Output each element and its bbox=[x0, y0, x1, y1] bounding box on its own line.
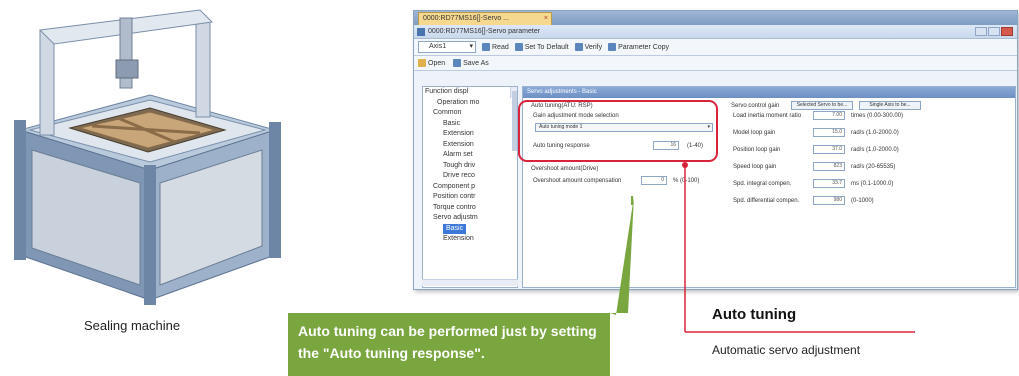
tree-item[interactable]: Component p bbox=[423, 182, 517, 193]
tree-item[interactable]: Alarm set bbox=[423, 150, 517, 161]
open-label: Open bbox=[428, 59, 446, 67]
tab-title: 0000:RD77MS16[]-Servo ... bbox=[423, 15, 509, 22]
gain-row-label: Position loop gain bbox=[733, 147, 781, 153]
verify-icon bbox=[574, 43, 583, 51]
gain-row-label: Speed loop gain bbox=[733, 164, 777, 170]
green-callout: Auto tuning can be performed just by set… bbox=[288, 313, 610, 376]
gain-row-unit: (0-1000) bbox=[851, 198, 874, 204]
window-title: 0000:RD77MS16[]-Servo parameter bbox=[428, 28, 541, 35]
close-tab-icon[interactable]: × bbox=[544, 13, 548, 25]
gain-row-input[interactable]: 823 bbox=[813, 162, 845, 171]
tree-item[interactable]: Operation mo bbox=[423, 98, 517, 109]
toolbar-main: Axis1 Read Set To Default Verify Paramet… bbox=[414, 39, 1017, 56]
overshoot-group-label: Overshoot amount(Drive) bbox=[531, 166, 599, 172]
machine-caption: Sealing machine bbox=[84, 318, 181, 333]
auto-tuning-title: Auto tuning bbox=[712, 306, 797, 323]
servo-parameter-window: 0000:RD77MS16[]-Servo ... × 0000:RD77MS1… bbox=[413, 10, 1018, 290]
default-icon bbox=[514, 43, 523, 51]
set-default-button[interactable]: Set To Default bbox=[514, 43, 569, 51]
gain-row-label: Load inertia moment ratio bbox=[733, 113, 802, 119]
gain-row-label: Model loop gain bbox=[733, 130, 776, 136]
overshoot-unit: % (0-100) bbox=[673, 178, 700, 184]
auto-tuning-subtitle: Automatic servo adjustment bbox=[712, 343, 861, 357]
tree-item[interactable]: Extension bbox=[423, 129, 517, 140]
save-icon bbox=[453, 59, 462, 67]
gain-row-input[interactable]: 15.0 bbox=[813, 128, 845, 137]
tree-scrollbar[interactable] bbox=[510, 87, 517, 151]
gain-group-label: Servo control gain bbox=[731, 103, 780, 109]
tree-item[interactable]: Extension bbox=[423, 234, 517, 245]
gain-row-unit: rad/s (20-65535) bbox=[851, 164, 896, 170]
selected-servo-button[interactable]: Selected Servo to be... bbox=[791, 101, 853, 110]
gain-row-unit: rad/s (1.0-2000.0) bbox=[851, 147, 899, 153]
auto-tuning-highlight-frame bbox=[518, 100, 718, 162]
gain-row-unit: times (0.00-300.00) bbox=[851, 113, 904, 119]
save-as-button[interactable]: Save As bbox=[453, 59, 489, 67]
gain-row-label: Spd. differential compen. bbox=[733, 198, 800, 204]
tree-item[interactable]: Common bbox=[423, 108, 517, 119]
parameter-copy-label: Parameter Copy bbox=[618, 43, 670, 51]
gain-row-input[interactable]: 33.7 bbox=[813, 179, 845, 188]
overshoot-comp-label: Overshoot amount compensation bbox=[533, 178, 622, 184]
copy-icon bbox=[608, 43, 617, 51]
parameter-copy-button[interactable]: Parameter Copy bbox=[608, 43, 669, 51]
tree-item[interactable]: Servo adjustm bbox=[423, 213, 517, 224]
document-tab-bar: 0000:RD77MS16[]-Servo ... × bbox=[414, 11, 1017, 25]
tree-horizontal-scrollbar[interactable] bbox=[422, 279, 518, 286]
save-as-label: Save As bbox=[463, 59, 489, 67]
tree-item[interactable]: Drive reco bbox=[423, 171, 517, 182]
read-label: Read bbox=[492, 43, 509, 51]
panel-header: Servo adjustments - Basic bbox=[523, 87, 1015, 98]
window-buttons bbox=[975, 27, 1013, 36]
document-tab[interactable]: 0000:RD77MS16[]-Servo ... × bbox=[418, 12, 552, 25]
overshoot-input[interactable]: 0 bbox=[641, 176, 667, 185]
tree-item[interactable]: Position contr bbox=[423, 192, 517, 203]
gain-row-input[interactable]: 980 bbox=[813, 196, 845, 205]
tree-item-selected[interactable]: Basic bbox=[443, 223, 467, 234]
window-titlebar: 0000:RD77MS16[]-Servo parameter bbox=[414, 25, 1017, 39]
maximize-button[interactable] bbox=[988, 27, 1000, 36]
gain-row-unit: rad/s (1.0-2000.0) bbox=[851, 130, 899, 136]
gain-row-label: Spd. integral compen. bbox=[733, 181, 792, 187]
parameter-tree[interactable]: Function displ Operation mo Common Basic… bbox=[422, 86, 518, 288]
tree-scroll-thumb[interactable] bbox=[512, 91, 517, 151]
single-axis-button[interactable]: Single Axis to be... bbox=[859, 101, 921, 110]
tree-item[interactable]: Extension bbox=[423, 140, 517, 151]
tree-item[interactable]: Tough driv bbox=[423, 161, 517, 172]
sealing-machine-illustration bbox=[14, 9, 281, 305]
minimize-button[interactable] bbox=[975, 27, 987, 36]
close-button[interactable] bbox=[1001, 27, 1013, 36]
open-button[interactable]: Open bbox=[418, 59, 445, 67]
verify-button[interactable]: Verify bbox=[574, 43, 603, 51]
set-default-label: Set To Default bbox=[524, 43, 569, 51]
read-icon bbox=[482, 43, 490, 51]
gain-row-unit: ms (0.1-1000.0) bbox=[851, 181, 894, 187]
tree-item[interactable]: Function displ bbox=[423, 87, 517, 98]
tree-item[interactable]: Torque contro bbox=[423, 203, 517, 214]
folder-icon bbox=[418, 59, 426, 67]
read-button[interactable]: Read bbox=[482, 43, 509, 51]
tree-item[interactable]: Basic bbox=[423, 119, 517, 130]
gain-row-input[interactable]: 7.00 bbox=[813, 111, 845, 120]
gain-row-input[interactable]: 37.0 bbox=[813, 145, 845, 154]
toolbar-file: Open Save As bbox=[414, 56, 1017, 71]
axis-select[interactable]: Axis1 bbox=[418, 41, 476, 53]
app-icon bbox=[417, 28, 425, 36]
verify-label: Verify bbox=[584, 43, 603, 51]
